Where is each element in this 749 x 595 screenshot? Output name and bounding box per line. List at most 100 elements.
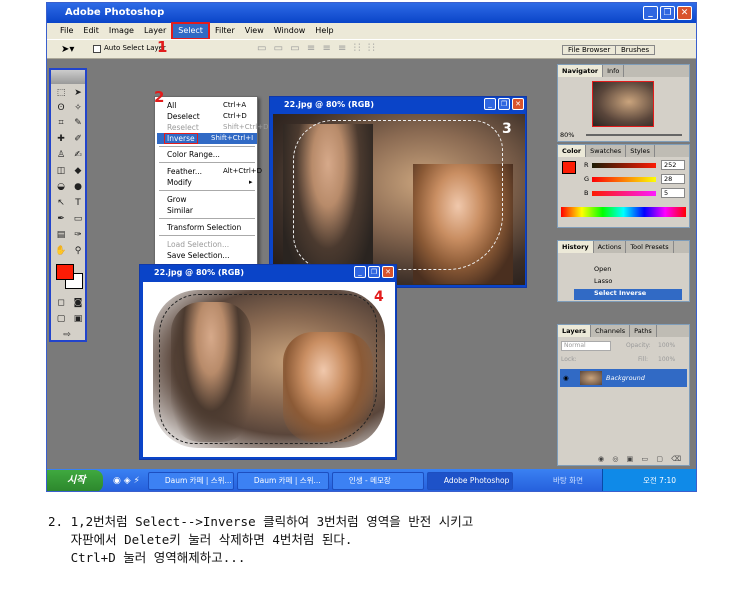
dodge-tool-icon[interactable]: ● (70, 180, 86, 194)
tab-styles[interactable]: Styles (626, 145, 655, 157)
task-notepad[interactable]: 인생 - 메모장 (331, 472, 424, 490)
history-item[interactable]: Open (574, 265, 682, 276)
tab-actions[interactable]: Actions (594, 241, 627, 253)
tab-tool-presets[interactable]: Tool Presets (626, 241, 674, 253)
tab-navigator[interactable]: Navigator (558, 65, 604, 77)
history-item[interactable]: Lasso (574, 277, 682, 288)
screen-mode-icon[interactable]: ▢ (53, 312, 69, 326)
foreground-color-swatch[interactable] (56, 264, 74, 280)
tab-paths[interactable]: Paths (630, 325, 657, 337)
task-daum-cafe-2[interactable]: Daum 카페 | 스위... (236, 472, 329, 490)
tab-history[interactable]: History (558, 241, 594, 253)
blur-tool-icon[interactable]: ◒ (53, 180, 69, 194)
tab-swatches[interactable]: Swatches (586, 145, 627, 157)
quicklaunch-icons[interactable]: ◉ ◈ ⚡ (113, 476, 140, 486)
crop-tool-icon[interactable]: ⌗ (53, 116, 69, 130)
menu-view[interactable]: View (240, 24, 269, 38)
healing-brush-icon[interactable]: ✚ (53, 132, 69, 146)
move-tool-icon[interactable]: ➤ (70, 86, 86, 100)
menu-file[interactable]: File (55, 24, 78, 38)
menu-window[interactable]: Window (269, 24, 311, 38)
document-window-back[interactable]: 22.jpg @ 80% (RGB) _ ❐ ✕ 3 (269, 96, 527, 288)
eraser-tool-icon[interactable]: ◫ (53, 164, 69, 178)
tab-color[interactable]: Color (558, 145, 587, 157)
file-browser-tab[interactable]: File Browser (562, 45, 617, 55)
menu-item-feather[interactable]: Feather... Alt+Ctrl+D (167, 166, 262, 177)
menu-select[interactable]: Select (171, 22, 210, 40)
quickmask-mode-icon[interactable]: ◙ (70, 296, 86, 310)
close-button[interactable]: ✕ (677, 6, 692, 20)
path-select-icon[interactable]: ↖ (53, 196, 69, 210)
brushes-tab[interactable]: Brushes (615, 45, 656, 55)
align-icons[interactable]: ▭ ▭ ▭ ≡ ≡ ≡ ⫶⫶ ⫶⫶ (257, 43, 377, 54)
fullscreen-mode-icon[interactable]: ▣ (70, 312, 86, 326)
menu-item-inverse[interactable]: Inverse Shift+Ctrl+I (157, 133, 257, 144)
type-tool-icon[interactable]: T (70, 196, 86, 210)
fill-value[interactable]: 100% (658, 356, 675, 363)
brush-tool-icon[interactable]: ✐ (70, 132, 86, 146)
navigator-thumbnail[interactable] (592, 81, 654, 127)
menu-filter[interactable]: Filter (210, 24, 240, 38)
eyedropper-icon[interactable]: ✑ (70, 228, 86, 242)
layer-row-background[interactable]: ◉ Background (560, 369, 687, 387)
menu-help[interactable]: Help (310, 24, 338, 38)
navigator-zoom-slider[interactable] (586, 134, 682, 136)
doc-minimize-button[interactable]: _ (484, 98, 496, 110)
minimize-button[interactable]: _ (643, 6, 658, 20)
doc-close-button[interactable]: ✕ (382, 266, 394, 278)
color-spectrum-ramp[interactable] (561, 207, 686, 217)
tab-channels[interactable]: Channels (591, 325, 631, 337)
pen-tool-icon[interactable]: ✒ (53, 212, 69, 226)
history-brush-icon[interactable]: ✍ (70, 148, 86, 162)
hand-tool-icon[interactable]: ✋ (53, 244, 69, 258)
navigator-zoom[interactable]: 80% (560, 131, 574, 139)
menu-item-similar[interactable]: Similar (167, 205, 255, 216)
doc-minimize-button[interactable]: _ (354, 266, 366, 278)
tab-info[interactable]: Info (603, 65, 625, 77)
b-value[interactable]: 5 (661, 188, 685, 198)
restore-button[interactable]: ❐ (660, 6, 675, 20)
menu-item-save-selection[interactable]: Save Selection... (167, 250, 255, 261)
clone-stamp-icon[interactable]: ♙ (53, 148, 69, 162)
menu-item-grow[interactable]: Grow (167, 194, 255, 205)
menu-layer[interactable]: Layer (139, 24, 171, 38)
move-tool-icon[interactable]: ➤▾ (61, 44, 74, 55)
history-item-active[interactable]: Select Inverse (574, 289, 682, 300)
menu-edit[interactable]: Edit (78, 24, 104, 38)
auto-select-checkbox[interactable] (93, 45, 101, 53)
g-slider[interactable] (592, 177, 656, 182)
color-fg-swatch[interactable] (562, 161, 576, 174)
b-slider[interactable] (592, 191, 656, 196)
photo-canvas-back[interactable] (273, 114, 525, 285)
doc-restore-button[interactable]: ❐ (368, 266, 380, 278)
marquee-tool-icon[interactable]: ⬚ (53, 86, 69, 100)
standard-mode-icon[interactable]: ◻ (53, 296, 69, 310)
menu-item-transform-selection[interactable]: Transform Selection (167, 222, 255, 233)
magic-wand-icon[interactable]: ✧ (70, 101, 86, 115)
document-window-front[interactable]: 22.jpg @ 80% (RGB) _ ❐ ✕ 4 (139, 264, 397, 460)
menu-item-color-range[interactable]: Color Range... (167, 149, 255, 160)
doc-close-button[interactable]: ✕ (512, 98, 524, 110)
photo-canvas-front[interactable] (143, 282, 395, 457)
zoom-tool-icon[interactable]: ⚲ (70, 244, 86, 258)
r-value[interactable]: 252 (661, 160, 685, 170)
layer-panel-buttons[interactable]: ◉ ◎ ▣ ▭ ▢ ⌫ (598, 455, 684, 463)
tab-layers[interactable]: Layers (558, 325, 592, 337)
eye-icon[interactable]: ◉ (563, 369, 569, 387)
menu-image[interactable]: Image (104, 24, 139, 38)
menu-item-all[interactable]: All Ctrl+A (167, 100, 255, 111)
tray-desktop-label[interactable]: 바탕 화면 (553, 469, 583, 491)
notes-tool-icon[interactable]: ▤ (53, 228, 69, 242)
task-daum-cafe-1[interactable]: Daum 카페 | 스위... (147, 472, 234, 490)
g-value[interactable]: 28 (661, 174, 685, 184)
start-button[interactable]: 시작 (47, 470, 103, 491)
opacity-value[interactable]: 100% (658, 342, 675, 349)
jump-to-imageready-icon[interactable]: ⇨ (59, 328, 75, 342)
shape-tool-icon[interactable]: ▭ (70, 212, 86, 226)
doc-restore-button[interactable]: ❐ (498, 98, 510, 110)
slice-tool-icon[interactable]: ✎ (70, 116, 86, 130)
blend-mode-select[interactable]: Normal (561, 341, 611, 351)
menu-item-deselect[interactable]: Deselect Ctrl+D (167, 111, 255, 122)
lasso-tool-icon[interactable]: ʘ (53, 101, 69, 115)
menu-item-modify[interactable]: Modify ▸ (167, 177, 255, 188)
